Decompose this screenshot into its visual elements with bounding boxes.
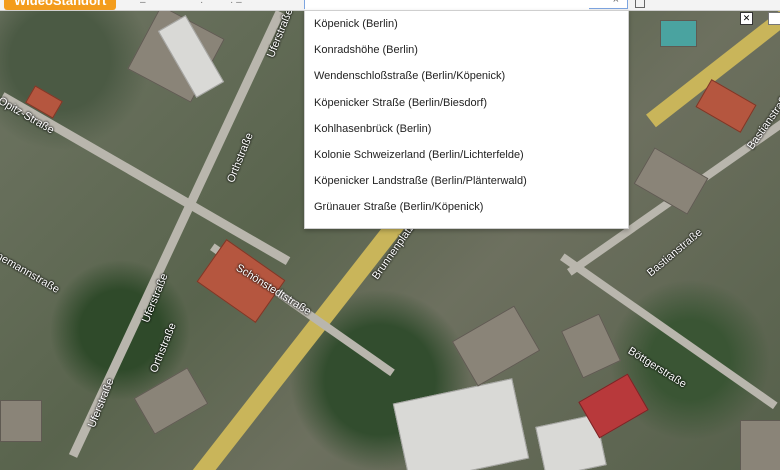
building [660, 20, 697, 47]
document-icon[interactable] [635, 0, 645, 8]
suggestion-item[interactable]: Grünauer Straße (Berlin/Köpenick) [305, 194, 628, 220]
toolbar-item[interactable]: · – [230, 0, 242, 8]
app-logo[interactable]: WideoStandort [4, 0, 117, 10]
suggestion-item[interactable]: Köpenick (Berlin) [305, 11, 628, 37]
search-suggestions: Köpenick (Berlin) Konradshöhe (Berlin) W… [304, 10, 629, 229]
building [633, 147, 709, 215]
street-label: Orthstraße [148, 321, 179, 375]
building [133, 367, 209, 435]
suggestion-item[interactable]: Konradshöhe (Berlin) [305, 37, 628, 63]
suggestion-item[interactable]: Köpenicker Straße (Berlin/Biesdorf) [305, 90, 628, 116]
building [0, 400, 42, 442]
map-control-button[interactable] [768, 12, 780, 25]
close-icon[interactable]: × [613, 0, 619, 6]
street-label: Böttgerstraße [625, 345, 689, 391]
street-label: Bastianstraße [745, 89, 780, 152]
street-label: Bastianstraße [645, 226, 705, 280]
toolbar-item[interactable]: – [140, 0, 146, 8]
suggestion-item[interactable]: Wendenschloßstraße (Berlin/Köpenick) [305, 63, 628, 89]
building [451, 305, 541, 387]
building [740, 420, 780, 470]
close-map-button[interactable]: ✕ [740, 12, 753, 25]
search-box[interactable]: × [304, 0, 628, 14]
suggestion-item[interactable]: Kohlhasenbrück (Berlin) [305, 116, 628, 142]
street-label: Orthstraße [225, 131, 256, 185]
street-label: nemannstraße [0, 250, 62, 296]
building [392, 378, 530, 470]
suggestion-item[interactable]: Kolonie Schweizerland (Berlin/Lichterfel… [305, 142, 628, 168]
suggestion-item[interactable]: Köpenicker Landstraße (Berlin/Plänterwal… [305, 168, 628, 194]
building [560, 313, 622, 379]
street-label: Uferstraße [86, 376, 117, 430]
toolbar-item[interactable]: · [200, 0, 203, 8]
